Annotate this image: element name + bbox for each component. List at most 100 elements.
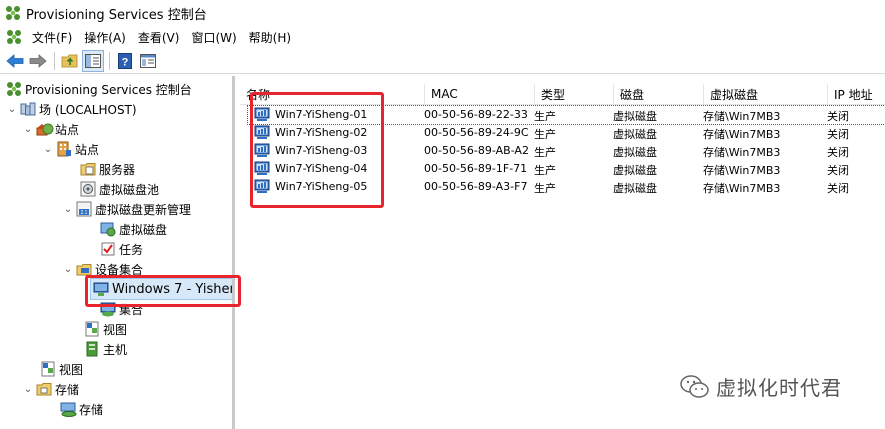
column-header-disk[interactable]: 磁盘 [614,84,704,104]
show-tree-icon[interactable] [82,49,104,72]
target-device-icon [254,161,270,176]
column-header-vdisk[interactable]: 虚拟磁盘 [704,84,828,104]
window-title: Provisioning Services 控制台 [26,7,207,23]
target-device-icon [254,125,270,140]
tree-item-hosts[interactable]: 主机 [82,339,127,359]
tree-label: 站点 [55,122,80,137]
cell-ip: 关闭 [827,146,849,159]
tree-label: 视图 [103,322,128,337]
tree-item-site-views[interactable]: 视图 [82,319,127,339]
svg-text:2.1: 2.1 [81,210,88,216]
menu-file[interactable]: 文件(F) [26,29,78,46]
table-row[interactable]: Win7-YiSheng-02 00-50-56-89-24-9C 生产 虚拟磁… [248,124,885,142]
tree-label: 虚拟磁盘池 [99,182,160,197]
column-header-ip[interactable]: IP 地址 [828,84,885,104]
tree-item-farm[interactable]: ⌄ 场 (LOCALHOST) [6,99,137,119]
chevron-down-icon[interactable]: ⌄ [6,104,18,115]
menu-window[interactable]: 窗口(W) [185,29,242,46]
toolbar-separator [109,51,110,70]
chevron-down-icon[interactable]: ⌄ [22,384,34,395]
view-icon [40,361,56,377]
cell-vdisk: 存储\Win7MB3 [703,128,781,141]
cell-type: 生产 [534,146,556,159]
wechat-icon [680,374,710,400]
chevron-down-icon[interactable]: ⌄ [62,264,74,275]
sites-icon [36,121,54,137]
tree-label: 视图 [59,362,84,377]
tree-item-sites[interactable]: ⌄ 站点 [22,119,79,139]
tree-item-farm-views[interactable]: 视图 [38,359,83,379]
tree-item-store[interactable]: 存储 [58,399,103,419]
view-icon [84,321,100,337]
chevron-down-icon[interactable]: ⌄ [62,204,74,215]
column-header-mac[interactable]: MAC [425,84,535,104]
tree-label: 设备集合 [95,262,144,277]
help-icon[interactable]: ? [114,50,136,72]
menu-action[interactable]: 操作(A) [78,29,132,46]
cell-mac: 00-50-56-89-AB-A2 [424,144,529,157]
cell-disk: 虚拟磁盘 [613,146,657,159]
chevron-down-icon[interactable]: ⌄ [42,144,54,155]
toolbar-separator [54,51,55,70]
tree-label: 主机 [103,342,128,357]
tree-item-collection-windows7[interactable]: Windows 7 - Yisher [90,278,232,300]
chevron-down-icon[interactable]: ⌄ [22,124,34,135]
cell-disk: 虚拟磁盘 [613,110,657,123]
cell-vdisk: 存储\Win7MB3 [703,110,781,123]
column-header-name[interactable]: 名称 [240,84,425,104]
tree-item-vdisk-pool[interactable]: 虚拟磁盘池 [66,179,159,199]
menu-help[interactable]: 帮助(H) [243,29,297,46]
device-collection-icon [76,261,92,277]
back-arrow-icon[interactable] [4,50,26,72]
tree-label: Provisioning Services 控制台 [25,82,192,97]
cell-name: Win7-YiSheng-02 [275,126,368,139]
cell-name: Win7-YiSheng-03 [275,144,368,157]
citrix-pvs-menu-icon[interactable] [6,29,22,45]
up-folder-icon[interactable] [59,50,81,72]
cell-disk: 虚拟磁盘 [613,164,657,177]
device-collection-monitor-icon [93,281,109,297]
tree-item-vdisks[interactable]: 虚拟磁盘 [86,219,167,239]
cell-vdisk: 存储\Win7MB3 [703,182,781,195]
cell-vdisk: 存储\Win7MB3 [703,146,781,159]
tree-item-console-root[interactable]: Provisioning Services 控制台 [6,79,192,99]
cell-name: Win7-YiSheng-05 [275,180,368,193]
tree-label: 任务 [119,242,144,257]
header-divider [240,104,885,105]
tree-item-site[interactable]: ⌄ 站点 [42,139,99,159]
citrix-pvs-icon [6,81,22,97]
cell-ip: 关闭 [827,128,849,141]
watermark-text: 虚拟化时代君 [716,376,842,400]
cell-ip: 关闭 [827,110,849,123]
tree-item-device-collections[interactable]: ⌄ 设备集合 [62,259,143,279]
cell-name: Win7-YiSheng-04 [275,162,368,175]
table-row[interactable]: Win7-YiSheng-03 00-50-56-89-AB-A2 生产 虚拟磁… [248,142,885,160]
cell-type: 生产 [534,182,556,195]
cell-mac: 00-50-56-89-22-33 [424,108,528,121]
column-header-type[interactable]: 类型 [535,84,614,104]
tree-label: 存储 [79,402,104,417]
properties-icon[interactable] [137,50,159,72]
tree-item-vdisk-update-management[interactable]: ⌄ 2.1 虚拟磁盘更新管理 [62,199,191,219]
cell-disk: 虚拟磁盘 [613,128,657,141]
tree-item-stores[interactable]: ⌄ 存储 [22,379,79,399]
toolbar: ? [0,48,885,74]
menu-bar: 文件(F) 操作(A) 查看(V) 窗口(W) 帮助(H) [0,26,885,48]
table-row[interactable]: Win7-YiSheng-01 00-50-56-89-22-33 生产 虚拟磁… [247,105,885,125]
table-row[interactable]: Win7-YiSheng-05 00-50-56-89-A3-F7 生产 虚拟磁… [248,178,885,196]
cell-mac: 00-50-56-89-A3-F7 [424,180,528,193]
cell-name: Win7-YiSheng-01 [275,108,368,121]
tree-item-collection[interactable]: 集合 [98,299,143,319]
target-device-icon [254,179,270,194]
menu-view[interactable]: 查看(V) [132,29,186,46]
tree-item-tasks[interactable]: 任务 [86,239,143,259]
forward-arrow-icon[interactable] [27,50,49,72]
cell-disk: 虚拟磁盘 [613,182,657,195]
table-row[interactable]: Win7-YiSheng-04 00-50-56-89-1F-71 生产 虚拟磁… [248,160,885,178]
farm-icon [20,101,36,117]
vdisk-update-icon: 2.1 [76,201,92,217]
watermark: 虚拟化时代君 [680,372,842,401]
tree-item-servers[interactable]: 服务器 [66,159,135,179]
site-icon [56,141,72,157]
target-device-icon [254,143,270,158]
